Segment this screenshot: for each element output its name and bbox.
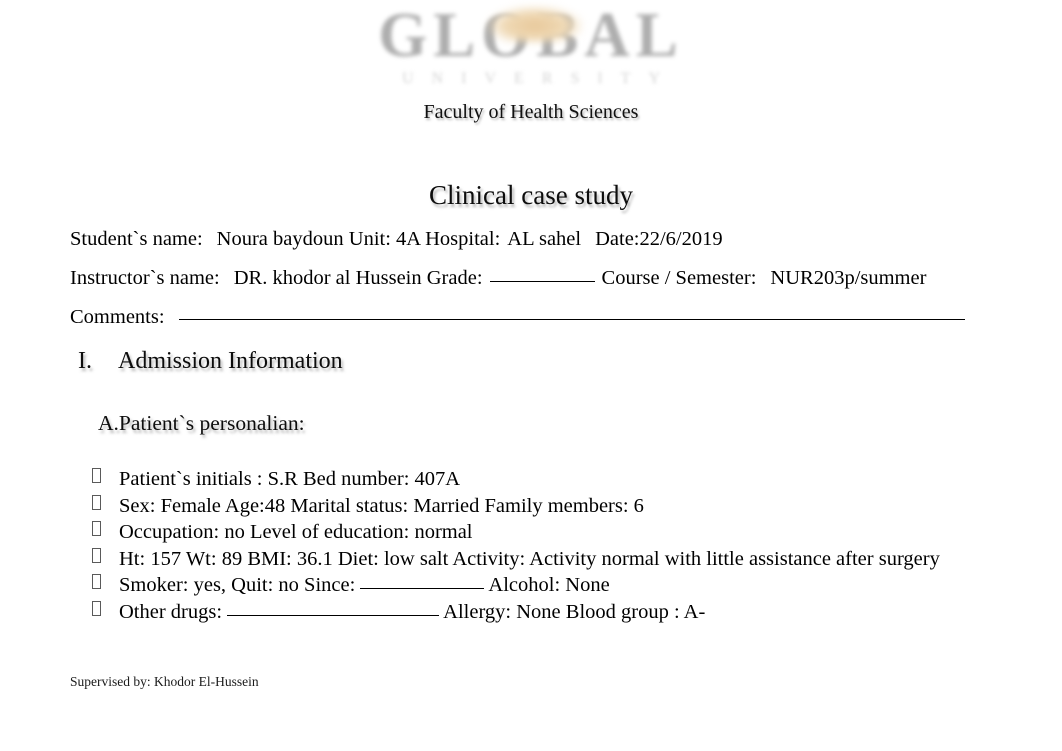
instructor-name-value: DR. khodor al Hussein	[233, 267, 422, 289]
course-semester-value: NUR203p/summer	[770, 267, 927, 289]
course-semester-label: Course / Semester:	[601, 267, 757, 289]
student-name-label: Student`s name:	[70, 228, 203, 250]
logo-subtext: UNIVERSITY	[402, 70, 678, 88]
missing-glyph-bullet-icon	[92, 600, 101, 616]
grade-label: Grade:	[426, 267, 483, 289]
student-name-value: Noura baydoun	[216, 228, 344, 250]
section-heading-admission: I. Admission Information	[78, 348, 343, 375]
list-item-label: Other drugs: Allergy: None Blood group :…	[119, 600, 706, 623]
list-item: Sex: Female Age:48 Marital status: Marri…	[92, 493, 1042, 520]
instructor-name-label: Instructor`s name:	[70, 267, 220, 289]
list-item-label: Patient`s initials : S.R Bed number: 407…	[119, 468, 461, 490]
page-title: Clinical case study	[429, 180, 633, 210]
list-item: Smoker: yes, Quit: no Since: Alcohol: No…	[92, 572, 1042, 599]
logo-swoosh-accent	[487, 6, 583, 42]
hospital-value: AL sahel	[507, 228, 582, 250]
inline-blank-field[interactable]	[227, 614, 440, 616]
logo-wordmark-text: GLOBAL	[378, 0, 684, 70]
student-info-line: Student`s name: Noura baydoun Unit: 4A Ho…	[70, 228, 1010, 251]
instructor-info-line: Instructor`s name: DR. khodor al Hussein …	[70, 267, 1010, 290]
section-number: I.	[78, 348, 92, 374]
section-title: Admission Information	[118, 348, 343, 374]
list-item-label: Ht: 157 Wt: 89 BMI: 36.1 Diet: low salt …	[119, 547, 940, 570]
list-item: Occupation: no Level of education: norma…	[92, 519, 1042, 546]
patient-field-list: Patient`s initials : S.R Bed number: 407…	[92, 466, 1042, 626]
subsection-heading-personal: A.Patient`s personalian:	[98, 411, 305, 435]
university-logo: GLOBAL UNIVERSITY	[0, 0, 1062, 88]
comments-line: Comments:	[70, 306, 1010, 329]
footer-supervised-by: Supervised by: Khodor El-Hussein	[70, 674, 259, 689]
hospital-label: Hospital:	[425, 228, 501, 250]
missing-glyph-bullet-icon	[92, 521, 101, 537]
grade-blank-field[interactable]	[489, 281, 595, 282]
inline-blank-field[interactable]	[360, 588, 485, 590]
comments-label: Comments:	[70, 306, 165, 328]
missing-glyph-bullet-icon	[92, 468, 101, 483]
missing-glyph-bullet-icon	[92, 574, 101, 590]
list-item: Other drugs: Allergy: None Blood group :…	[92, 599, 1042, 626]
unit-label: Unit:	[348, 228, 391, 250]
list-item: Patient`s initials : S.R Bed number: 407…	[92, 466, 1042, 493]
list-item-label: Smoker: yes, Quit: no Since: Alcohol: No…	[119, 574, 610, 597]
missing-glyph-bullet-icon	[92, 494, 101, 510]
document-page: GLOBAL UNIVERSITY Faculty of Health Scie…	[0, 0, 1062, 751]
missing-glyph-bullet-icon	[92, 547, 101, 563]
list-item-label: Sex: Female Age:48 Marital status: Marri…	[119, 494, 644, 517]
date-value: Date:22/6/2019	[595, 228, 723, 250]
faculty-subtitle: Faculty of Health Sciences	[423, 101, 639, 123]
list-item-label: Occupation: no Level of education: norma…	[119, 521, 473, 544]
list-item: Ht: 157 Wt: 89 BMI: 36.1 Diet: low salt …	[92, 546, 1042, 573]
unit-value: 4A	[396, 228, 420, 250]
comments-blank-field[interactable]	[178, 319, 965, 320]
